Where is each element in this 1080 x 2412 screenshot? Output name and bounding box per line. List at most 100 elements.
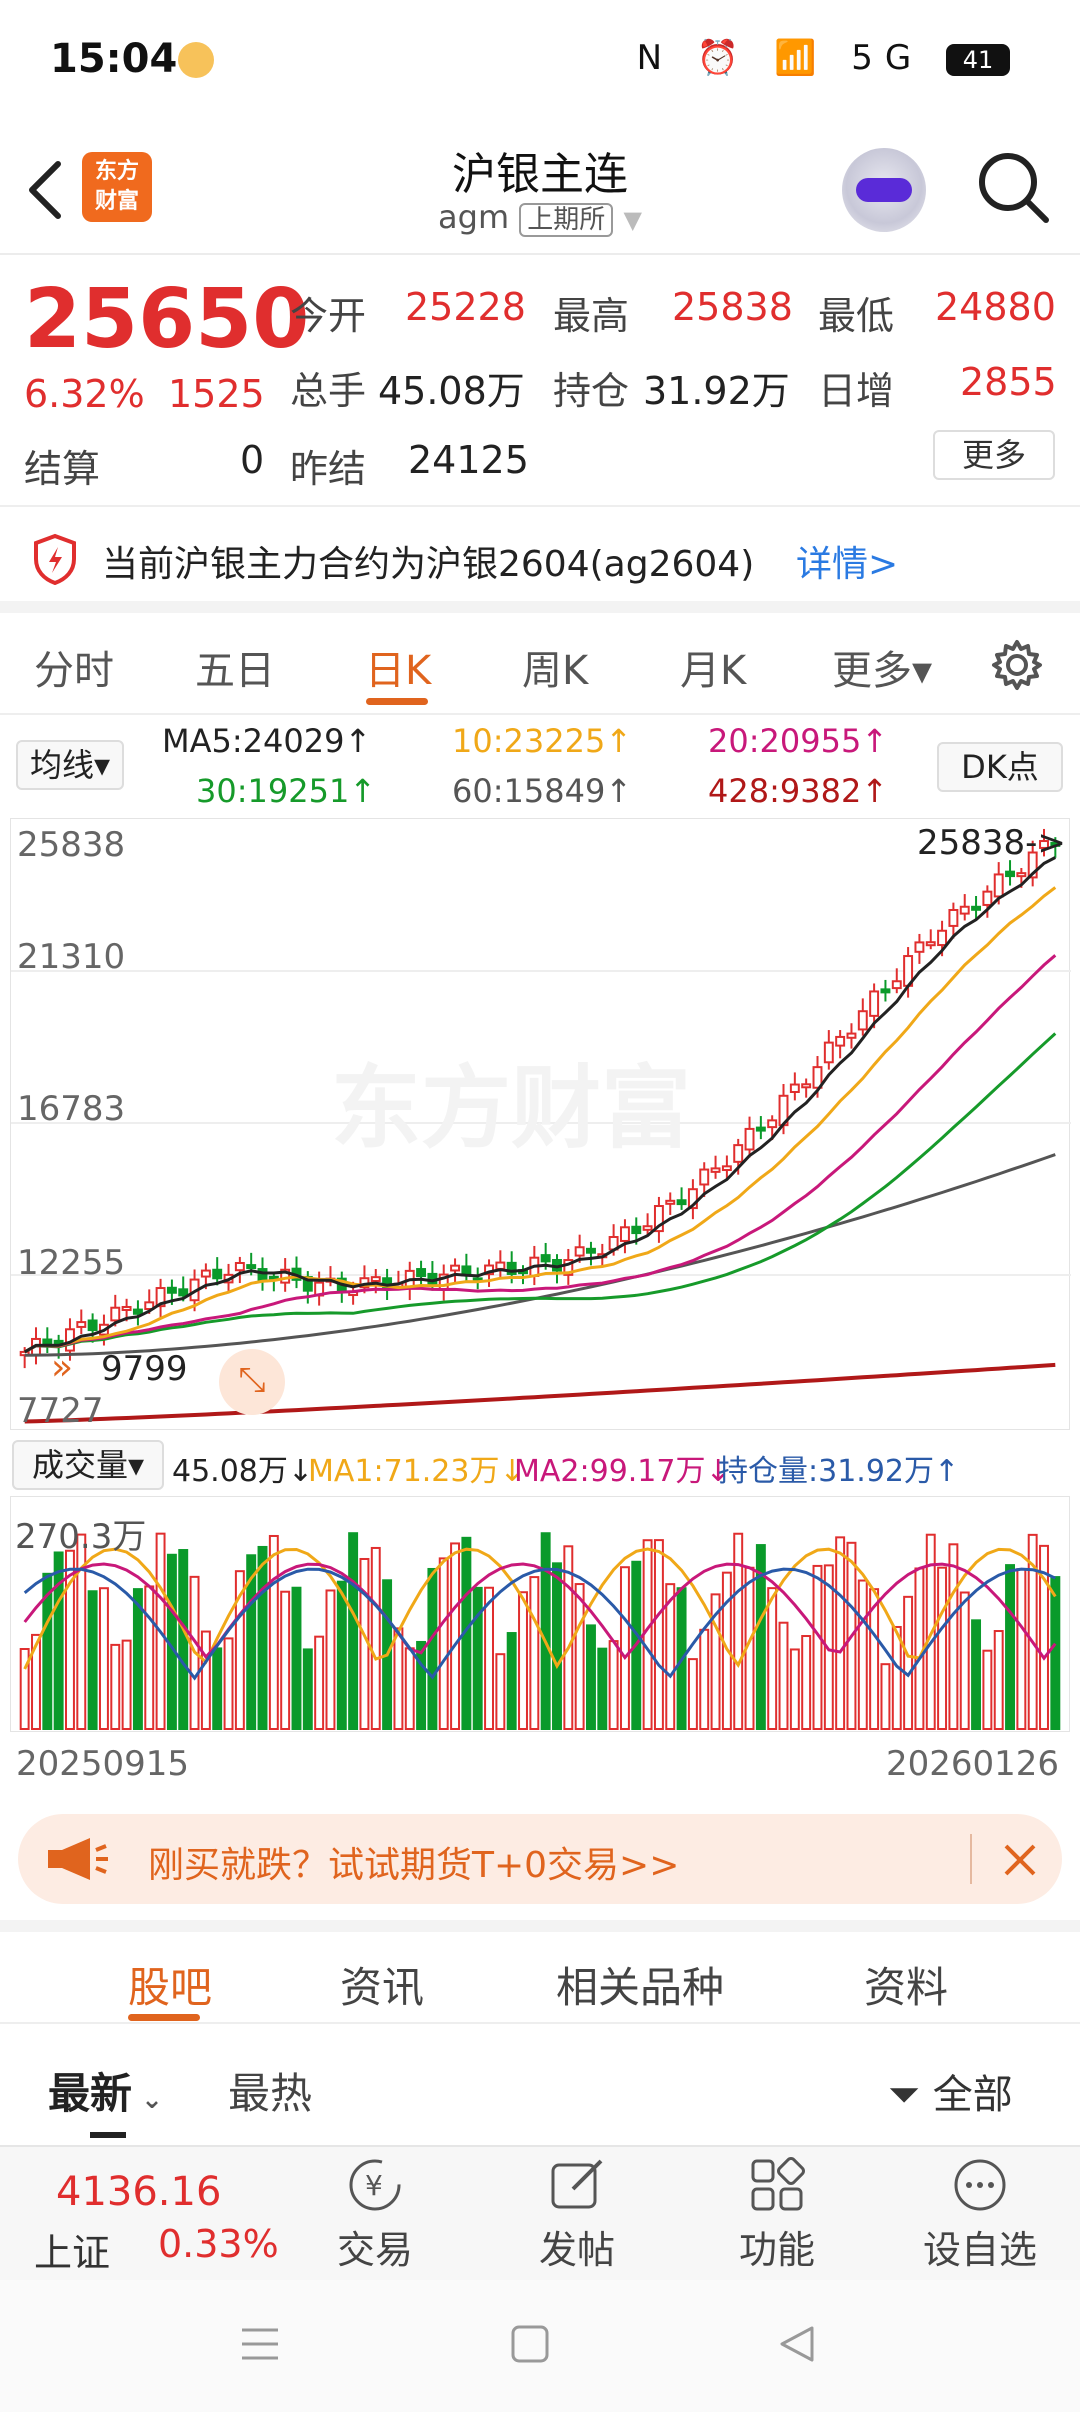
candle-body bbox=[744, 1127, 755, 1151]
volume-bar bbox=[1050, 1576, 1061, 1730]
low-value: 24880 bbox=[935, 285, 1056, 329]
close-icon[interactable] bbox=[1002, 1842, 1038, 1878]
settle-value: 0 bbox=[240, 438, 265, 482]
volume-bar bbox=[552, 1562, 562, 1731]
open-label: 今开 bbox=[290, 294, 367, 338]
code-text: agm bbox=[438, 198, 510, 236]
filter-indicator bbox=[90, 2132, 126, 2138]
index-name[interactable]: 上证 bbox=[34, 2222, 110, 2277]
tab-weekly-k[interactable]: 周K bbox=[522, 638, 588, 696]
candle-body bbox=[178, 1288, 189, 1297]
back-nav-icon[interactable] bbox=[776, 2324, 816, 2364]
watchlist-label: 设自选 bbox=[922, 2228, 1037, 2272]
volume-chart[interactable]: 270.3万 bbox=[10, 1496, 1070, 1732]
scroll-left-icon[interactable]: » bbox=[51, 1347, 73, 1388]
notice-detail-link[interactable]: 详情> bbox=[796, 535, 898, 587]
volume-bar bbox=[484, 1586, 494, 1730]
volume-selector[interactable]: 成交量▾ bbox=[12, 1440, 164, 1490]
candle-body bbox=[619, 1226, 630, 1242]
expand-icon[interactable]: ⤡ bbox=[219, 1349, 285, 1415]
ma-selector[interactable]: 均线▾ bbox=[16, 740, 124, 790]
price-chart[interactable]: 东方财富 25838 21310 16783 12255 7727 25838-… bbox=[10, 818, 1071, 1431]
volume-bar bbox=[212, 1647, 223, 1730]
volume-value: 45.08万↓ bbox=[172, 1454, 314, 1489]
volume-bar bbox=[801, 1635, 812, 1731]
candle-body bbox=[721, 1165, 732, 1172]
filter-all[interactable]: ⏷ 全部 bbox=[888, 2062, 1013, 2120]
megaphone-icon bbox=[48, 1838, 108, 1880]
y-label-2: 21310 bbox=[17, 937, 126, 977]
add-watchlist-button[interactable]: 设自选 bbox=[918, 2155, 1042, 2274]
index-value[interactable]: 4136.16 bbox=[56, 2169, 221, 2215]
tab-five-day[interactable]: 五日 bbox=[195, 638, 275, 696]
yuan-icon: ¥ bbox=[349, 2159, 401, 2211]
more-button[interactable]: 更多 bbox=[933, 430, 1055, 480]
filter-hot[interactable]: 最热 bbox=[228, 2060, 312, 2121]
main-contract-notice[interactable]: 当前沪银主力合约为沪银2604(ag2604) 详情> bbox=[0, 505, 1080, 613]
tab-profile[interactable]: 资料 bbox=[864, 1954, 948, 2015]
candle-body bbox=[846, 1032, 857, 1039]
tab-more[interactable]: 更多▾ bbox=[832, 638, 932, 696]
candle-body bbox=[370, 1276, 381, 1283]
high-value: 25838 bbox=[672, 285, 793, 329]
exchange-badge: 上期所 bbox=[519, 203, 614, 237]
candle-body bbox=[755, 1126, 766, 1132]
volume-bar bbox=[302, 1648, 313, 1730]
ma30-value: 30:19251↑ bbox=[196, 772, 377, 810]
battery-icon: 41 bbox=[946, 43, 1010, 76]
tab-daily-k[interactable]: 日K bbox=[365, 638, 431, 696]
volume-bar bbox=[835, 1536, 846, 1730]
vol-ma2: MA2:99.17万↓ bbox=[514, 1454, 731, 1489]
settings-gear-icon[interactable] bbox=[990, 638, 1044, 692]
volume-bar bbox=[450, 1542, 461, 1730]
candle-body bbox=[642, 1225, 653, 1231]
bottom-toolbar: 4136.16 上证 0.33% ¥ 交易 发帖 功能 设自选 bbox=[0, 2145, 1080, 2280]
candle-body bbox=[993, 873, 1004, 898]
volume-bar bbox=[812, 1564, 823, 1731]
system-nav-bar bbox=[0, 2280, 1080, 2412]
search-icon[interactable] bbox=[976, 150, 1050, 224]
volume-bar bbox=[110, 1643, 121, 1731]
notice-text: 当前沪银主力合约为沪银2604(ag2604) bbox=[102, 544, 755, 585]
post-button[interactable]: 发帖 bbox=[532, 2155, 622, 2274]
tab-monthly-k[interactable]: 月K bbox=[680, 638, 746, 696]
functions-label: 功能 bbox=[738, 2228, 815, 2272]
change-pct: 6.32% bbox=[24, 372, 145, 416]
volume-bar bbox=[518, 1591, 528, 1730]
filter-latest[interactable]: 最新 ⌄ bbox=[48, 2060, 163, 2121]
y-label-3: 16783 bbox=[17, 1089, 126, 1129]
tab-intraday[interactable]: 分时 bbox=[34, 638, 114, 696]
volume-bar bbox=[178, 1549, 189, 1730]
menu-icon[interactable] bbox=[240, 2324, 280, 2364]
volume-bar bbox=[348, 1532, 359, 1730]
volume-bar bbox=[370, 1546, 381, 1731]
tab-guba[interactable]: 股吧 bbox=[128, 1954, 212, 2015]
dk-point-button[interactable]: DK点 bbox=[937, 742, 1063, 792]
volume-bar bbox=[404, 1647, 415, 1730]
functions-button[interactable]: 功能 bbox=[732, 2155, 822, 2274]
day-increase-value: 2855 bbox=[960, 360, 1057, 404]
trade-button[interactable]: ¥ 交易 bbox=[330, 2155, 420, 2274]
dropdown-icon: ▼ bbox=[623, 206, 642, 234]
volume-chart-svg bbox=[19, 1532, 1061, 1731]
volume-bar bbox=[98, 1587, 109, 1731]
filter-icon: ⏷ bbox=[888, 2072, 920, 2118]
tab-related[interactable]: 相关品种 bbox=[556, 1954, 724, 2015]
candle-body bbox=[234, 1262, 245, 1272]
candle-body bbox=[665, 1199, 676, 1205]
volume-bar bbox=[314, 1635, 325, 1730]
price-chart-svg: 东方财富 bbox=[11, 828, 1071, 1424]
oi-label: 持仓 bbox=[553, 369, 630, 413]
index-change[interactable]: 0.33% bbox=[158, 2222, 279, 2266]
settle-label: 结算 bbox=[24, 447, 101, 491]
oi-value: 31.92万 bbox=[643, 369, 790, 413]
ma20-value: 20:20955↑ bbox=[708, 722, 889, 760]
volume-bar bbox=[778, 1621, 789, 1730]
candle-body bbox=[767, 1119, 778, 1129]
home-icon[interactable] bbox=[510, 2324, 550, 2364]
assistant-avatar[interactable] bbox=[842, 148, 926, 232]
tab-news[interactable]: 资讯 bbox=[340, 1954, 424, 2015]
candle-body bbox=[971, 905, 982, 911]
volume-bar bbox=[472, 1586, 483, 1730]
promo-banner[interactable]: 刚买就跌？试试期货T+0交易>> bbox=[18, 1814, 1062, 1904]
